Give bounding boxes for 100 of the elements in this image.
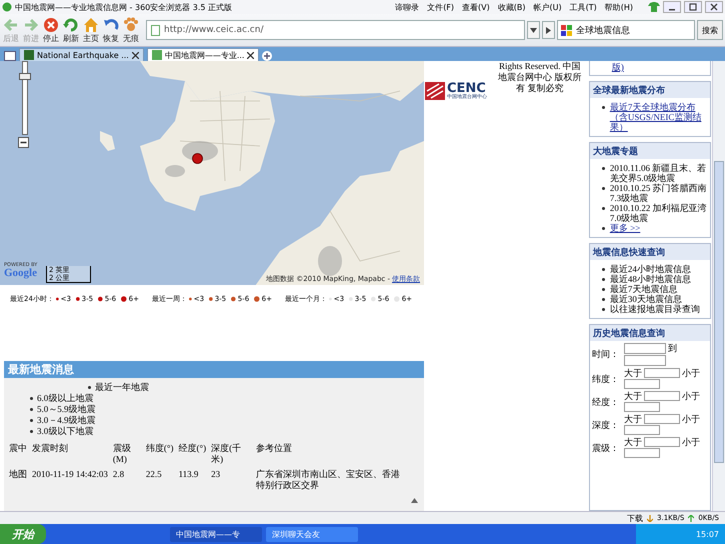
list-item: 以往速报地震目录查询: [610, 304, 700, 314]
bullet-icon: [602, 167, 605, 170]
maximize-icon: [689, 3, 697, 11]
search-button[interactable]: 搜索: [697, 20, 723, 40]
list-link[interactable]: 6.0级以上地震: [37, 393, 94, 404]
start-button[interactable]: 开始: [0, 524, 46, 544]
list-link[interactable]: 最近一年地震: [95, 382, 149, 393]
download-label[interactable]: 下载: [627, 512, 644, 524]
bullet-icon: [602, 298, 605, 301]
browser-tab[interactable]: National Earthquake ...: [19, 48, 144, 61]
minimize-button[interactable]: [663, 1, 681, 13]
sidebar-toggle-icon[interactable]: [4, 51, 16, 61]
input-field[interactable]: [644, 391, 680, 401]
field-label: 小于: [682, 414, 700, 424]
menu-item[interactable]: 帐户(U): [533, 2, 562, 12]
restore-icon: [103, 16, 119, 32]
taskbar-button[interactable]: 深圳聊天会友: [266, 526, 358, 542]
home-button[interactable]: 主页: [82, 16, 100, 44]
sidebar-link[interactable]: 更多 >>: [610, 223, 640, 233]
scrollbar[interactable]: [712, 61, 725, 511]
window-title: 中国地震网——专业地震信息网 - 360安全浏览器 3.5 正式版: [15, 2, 234, 12]
sidebar-link[interactable]: 版): [612, 62, 624, 72]
list-item: 2010.10.25 苏门答腊西南7.3级地震: [610, 183, 708, 203]
panel-title: 最新地震消息: [4, 361, 424, 378]
menu-item[interactable]: 谛聊录: [395, 2, 420, 12]
list-link[interactable]: 3.0级以下地震: [37, 426, 94, 437]
copyright-text: Rights Reserved. 中国地震台网中心 版权所有 复制必究: [497, 61, 582, 94]
field-label: 纬度：: [592, 373, 620, 386]
close-icon[interactable]: [132, 52, 139, 58]
play-icon: [546, 26, 551, 34]
box-title: 大地震专题: [590, 143, 710, 159]
down-arrow-icon: [647, 514, 654, 522]
new-tab-icon[interactable]: [262, 51, 272, 61]
table-cell-text: 2010-11-19 14:42:03: [31, 468, 109, 481]
menu-item[interactable]: 收藏(B): [498, 2, 526, 12]
input-field[interactable]: [624, 343, 666, 354]
close-button[interactable]: [705, 1, 723, 13]
maximize-button[interactable]: [684, 1, 702, 13]
menu-item[interactable]: 文件(F): [427, 2, 454, 12]
field-label: 深度：: [592, 419, 620, 432]
input-field[interactable]: [624, 379, 660, 389]
menu-item[interactable]: 查看(V): [462, 2, 490, 12]
field-label: 小于: [682, 391, 700, 401]
address-field[interactable]: http://www.ceic.ac.cn/: [146, 20, 525, 40]
table-cell[interactable]: 地图: [8, 467, 31, 491]
clock: 15:07: [696, 530, 719, 538]
input-field[interactable]: [644, 437, 680, 447]
page-icon: [151, 24, 160, 36]
bullet-icon: [602, 308, 605, 311]
shirt-icon[interactable]: [648, 2, 660, 12]
input-field[interactable]: [624, 448, 660, 458]
cenc-logo-text: CENC: [447, 82, 486, 95]
input-field[interactable]: [644, 368, 680, 378]
input-field[interactable]: [624, 425, 660, 435]
zoom-slider[interactable]: [22, 61, 28, 135]
stop-button[interactable]: 停止: [42, 16, 60, 44]
search-field[interactable]: 全球地震信息: [557, 20, 695, 40]
bullet-icon: [602, 187, 605, 190]
bullet-icon: [602, 106, 605, 109]
input-field[interactable]: [644, 414, 680, 424]
field-label: 经度：: [592, 396, 620, 409]
list-item: 2010.11.06 新疆且末、若羌交界5.0级地震: [610, 163, 708, 183]
field-label: 小于: [682, 368, 700, 378]
restore-button[interactable]: 恢复: [102, 16, 120, 44]
column-header: 震级(M): [112, 442, 132, 466]
field-label: 小于: [682, 437, 700, 447]
table-cell-text: 广东省深圳市南山区、宝安区、香港特别行政区交界: [255, 468, 402, 491]
taskbar-button[interactable]: 中国地震网——专: [170, 526, 262, 542]
list-item: 2010.10.22 加利福尼亚湾7.0级地震: [610, 203, 708, 223]
caret-icon: [530, 28, 537, 32]
table-cell-text: 2.8: [112, 468, 126, 481]
field-label: 大于: [624, 414, 642, 424]
list-link[interactable]: 3.0－4.9级地震: [37, 415, 96, 426]
list-link[interactable]: 5.0～5.9级地震: [37, 404, 96, 415]
zoom-out-button[interactable]: [18, 137, 29, 148]
bullet-icon: [602, 227, 605, 230]
browser-tab[interactable]: 中国地震网——专业...: [146, 48, 260, 61]
refresh-button[interactable]: 刷新: [62, 16, 80, 44]
bullet-icon: [30, 419, 33, 422]
menu-item[interactable]: 工具(T): [570, 2, 597, 12]
column-header: 发震时刻: [31, 442, 69, 455]
slider-thumb[interactable]: [19, 73, 31, 80]
list-item: 最近30天地震信息: [610, 294, 682, 304]
field-label: 大于: [624, 391, 642, 401]
stop-icon: [43, 16, 59, 32]
close-icon[interactable]: [247, 52, 254, 58]
scroll-up-icon[interactable]: [411, 498, 418, 503]
list-item: 最近7天地震信息: [610, 284, 678, 294]
forward-icon: [23, 16, 39, 32]
table-cell-text: 22.5: [144, 468, 163, 481]
input-field[interactable]: [624, 402, 660, 412]
go-button[interactable]: [542, 21, 555, 39]
private-button[interactable]: 无痕: [122, 16, 140, 44]
input-field[interactable]: [624, 355, 666, 366]
column-header: 深度(千米): [210, 442, 242, 466]
column-header: 震中: [8, 442, 28, 455]
sidebar-link[interactable]: 最近7天全球地震分布（含USGS/NEIC监测结果）: [610, 102, 710, 132]
box-title: 全球最新地震分布: [590, 82, 710, 98]
menu-item[interactable]: 帮助(H): [604, 2, 633, 12]
dropdown-button[interactable]: [527, 21, 540, 39]
